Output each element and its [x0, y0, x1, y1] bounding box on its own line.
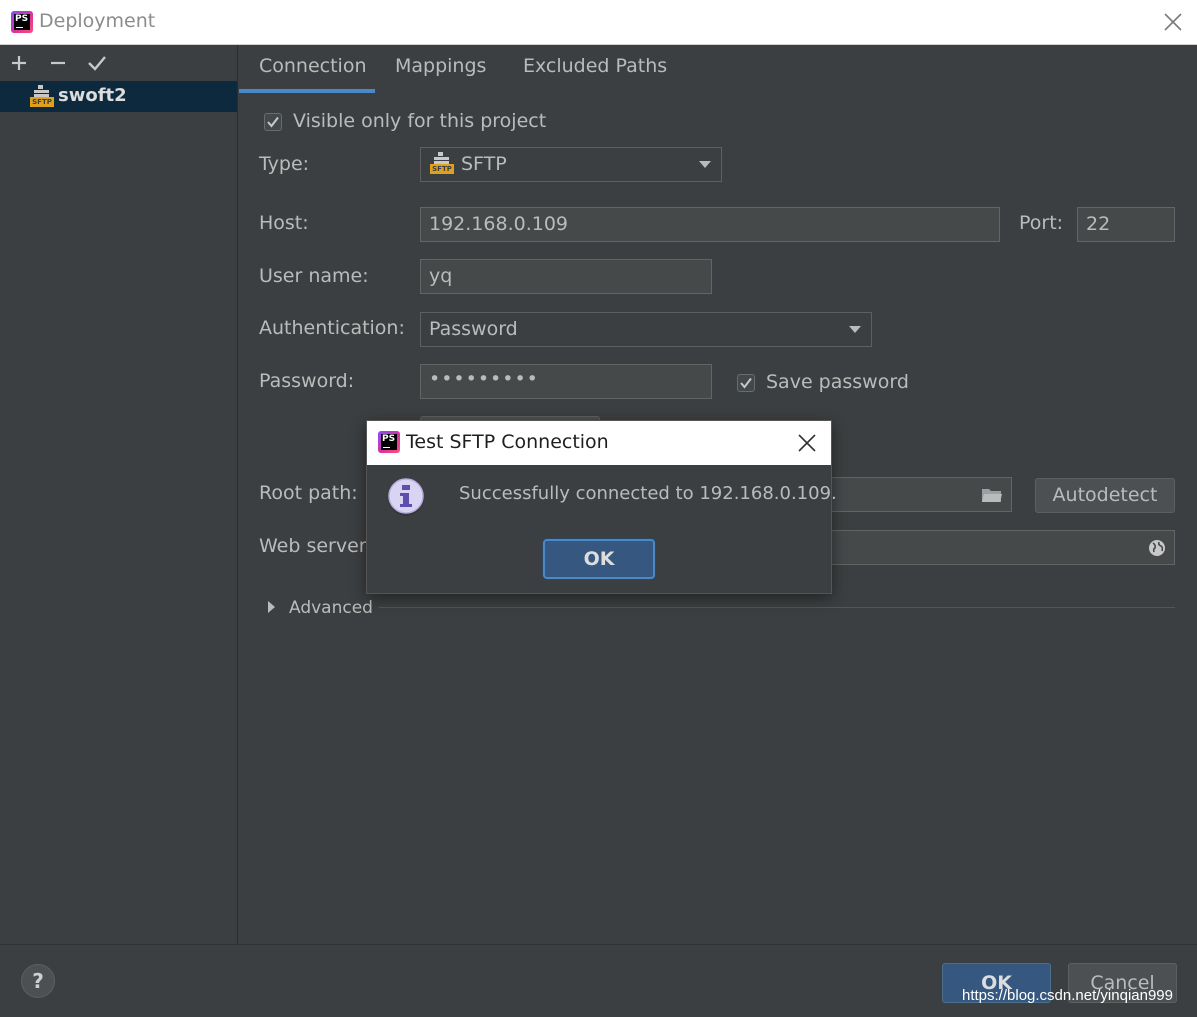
help-button[interactable]: ?	[21, 964, 55, 998]
chevron-down-icon	[699, 161, 711, 168]
server-list-panel: SFTP swoft2	[0, 45, 238, 944]
checkmark-icon	[740, 377, 752, 389]
password-input[interactable]: •••••••••	[420, 364, 712, 399]
tab-bar: Connection Mappings Excluded Paths	[239, 45, 1197, 93]
root-path-label: Root path:	[259, 482, 358, 504]
info-icon	[388, 478, 424, 516]
dialog-title: Test SFTP Connection	[406, 431, 609, 453]
type-select[interactable]: SFTP SFTP	[420, 147, 722, 182]
advanced-section-toggle[interactable]: Advanced	[289, 598, 373, 618]
globe-icon[interactable]	[1148, 539, 1166, 557]
authentication-value: Password	[429, 318, 518, 340]
server-item-label: swoft2	[58, 85, 127, 106]
window-titlebar: PS Deployment	[0, 0, 1197, 45]
phpstorm-logo-icon: PS	[378, 431, 400, 453]
check-icon[interactable]	[87, 53, 107, 73]
close-icon[interactable]	[1163, 9, 1183, 33]
close-icon[interactable]	[797, 433, 817, 453]
advanced-divider	[379, 607, 1175, 608]
visible-only-checkbox[interactable]	[264, 113, 282, 131]
password-label: Password:	[259, 370, 355, 392]
visible-only-label: Visible only for this project	[293, 110, 547, 132]
chevron-down-icon	[849, 326, 861, 333]
host-input[interactable]: 192.168.0.109	[420, 207, 1000, 242]
server-item-swoft2[interactable]: SFTP swoft2	[0, 81, 237, 112]
test-connection-dialog: PS Test SFTP Connection Successfully con…	[366, 420, 837, 594]
save-password-label: Save password	[766, 371, 909, 393]
tab-mappings[interactable]: Mappings	[395, 55, 486, 77]
expand-triangle-icon[interactable]	[268, 601, 275, 613]
type-value: SFTP	[461, 153, 507, 175]
authentication-select[interactable]: Password	[420, 312, 872, 347]
window-title: Deployment	[39, 10, 156, 32]
username-input[interactable]: yq	[420, 259, 712, 294]
port-input[interactable]: 22	[1077, 207, 1175, 242]
active-tab-indicator	[239, 89, 375, 93]
autodetect-button[interactable]: Autodetect	[1035, 478, 1175, 513]
dialog-message: Successfully connected to 192.168.0.109.	[459, 483, 837, 504]
sftp-icon: SFTP	[30, 85, 54, 109]
port-label: Port:	[1019, 212, 1064, 234]
add-icon[interactable]	[9, 53, 29, 73]
remove-icon[interactable]	[48, 53, 68, 73]
folder-icon[interactable]	[981, 486, 1003, 504]
tab-excluded-paths[interactable]: Excluded Paths	[523, 55, 667, 77]
host-label: Host:	[259, 212, 309, 234]
phpstorm-logo-icon: PS	[11, 11, 33, 33]
save-password-checkbox[interactable]	[737, 374, 755, 392]
checkmark-icon	[267, 116, 279, 128]
dialog-ok-button[interactable]: OK	[543, 539, 655, 579]
authentication-label: Authentication:	[259, 317, 405, 339]
type-label: Type:	[259, 153, 310, 175]
username-label: User name:	[259, 265, 369, 287]
dialog-titlebar: PS Test SFTP Connection	[367, 421, 831, 465]
tab-connection[interactable]: Connection	[259, 55, 367, 77]
sftp-icon: SFTP	[430, 152, 454, 176]
watermark-text: https://blog.csdn.net/yinqian999	[962, 987, 1173, 1004]
